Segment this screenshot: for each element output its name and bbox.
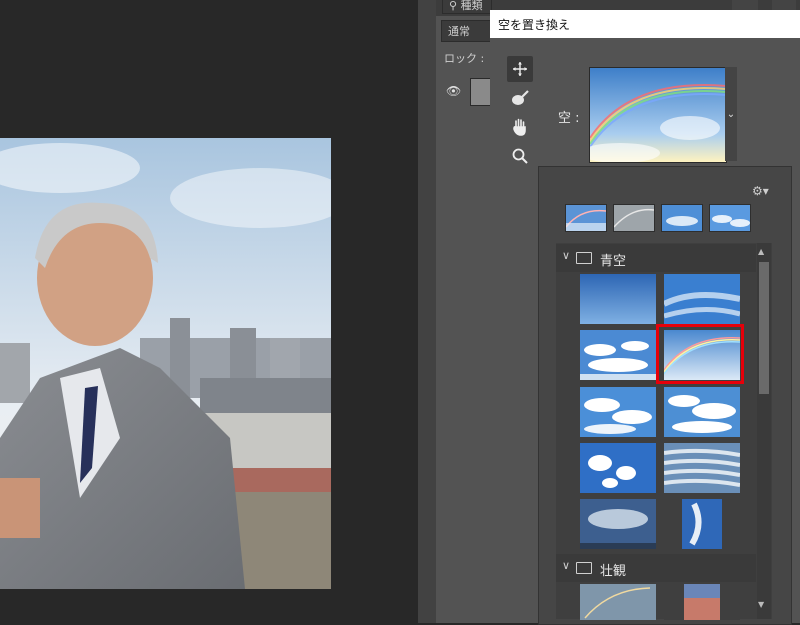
folder-icon: [576, 252, 592, 264]
blend-mode-select[interactable]: 通常: [441, 20, 492, 42]
grid-icon[interactable]: [772, 0, 796, 10]
scroll-down-arrow-icon[interactable]: ▼: [758, 600, 764, 609]
move-icon: [513, 62, 527, 76]
sky-thumb-spectacular-2[interactable]: [664, 584, 740, 620]
selected-sky-highlight: [656, 324, 744, 384]
zoom-icon: [512, 148, 528, 164]
dialog-title: 空を置き換え: [498, 18, 571, 32]
recent-sky-2[interactable]: [613, 204, 655, 232]
dialog-title-bar: 空を置き換え: [490, 10, 800, 38]
sky-brush-tool[interactable]: [507, 85, 533, 111]
move-tool[interactable]: [507, 56, 533, 82]
photo-image[interactable]: [0, 138, 331, 589]
lock-label: ロック :: [444, 52, 485, 65]
hand-icon: [513, 118, 526, 136]
scrollbar-thumb[interactable]: [759, 262, 769, 394]
zoom-tool[interactable]: [507, 143, 533, 169]
eye-icon[interactable]: 👁: [446, 84, 461, 98]
scroll-up-arrow-icon[interactable]: ▲: [758, 247, 764, 256]
rainbow-sky-image: [590, 68, 726, 162]
sky-thumb-blue-1[interactable]: [580, 274, 656, 324]
sky-thumb-blue-9[interactable]: [664, 499, 740, 549]
sky-label: 空 :: [558, 111, 580, 126]
chevron-down-icon: ∨: [562, 249, 571, 262]
group-header-spectacular[interactable]: ∨ 壮観: [556, 554, 756, 582]
layer-kind-filter[interactable]: ⚲ 種類: [442, 0, 492, 14]
sky-thumb-blue-8[interactable]: [580, 499, 656, 549]
recent-sky-1[interactable]: [565, 204, 607, 232]
group-label: 青空: [600, 254, 627, 269]
chevron-down-icon: ⌄: [726, 108, 736, 120]
sky-thumb-blue-5[interactable]: [664, 387, 740, 437]
blend-mode-value: 通常: [448, 25, 470, 38]
sky-preview[interactable]: [589, 67, 727, 163]
panel-divider: [418, 0, 436, 623]
folder-icon: [576, 562, 592, 574]
sky-thumb-blue-6[interactable]: [580, 443, 656, 493]
layer-kind-label: 種類: [460, 0, 483, 12]
sky-thumb-blue-7[interactable]: [664, 443, 740, 493]
gear-icon[interactable]: ⚙▾: [752, 184, 769, 198]
portrait-photo: [0, 138, 331, 589]
filter-icon[interactable]: [732, 0, 758, 10]
search-icon: ⚲: [449, 0, 461, 12]
recent-sky-4[interactable]: [709, 204, 751, 232]
sky-brush-icon: [512, 90, 529, 105]
layer-thumbnail[interactable]: [470, 78, 492, 106]
sky-thumb-blue-2[interactable]: [664, 274, 740, 324]
sky-dropdown-button[interactable]: ⌄: [725, 67, 737, 161]
sky-thumb-spectacular-1[interactable]: [580, 584, 656, 620]
chevron-down-icon: ∨: [562, 559, 571, 572]
sky-thumb-blue-4[interactable]: [580, 387, 656, 437]
recent-sky-3[interactable]: [661, 204, 703, 232]
hand-tool[interactable]: [507, 114, 533, 140]
sky-thumb-blue-3[interactable]: [580, 330, 656, 380]
group-label: 壮観: [600, 564, 627, 579]
group-header-blue-sky[interactable]: ∨ 青空: [556, 244, 756, 272]
